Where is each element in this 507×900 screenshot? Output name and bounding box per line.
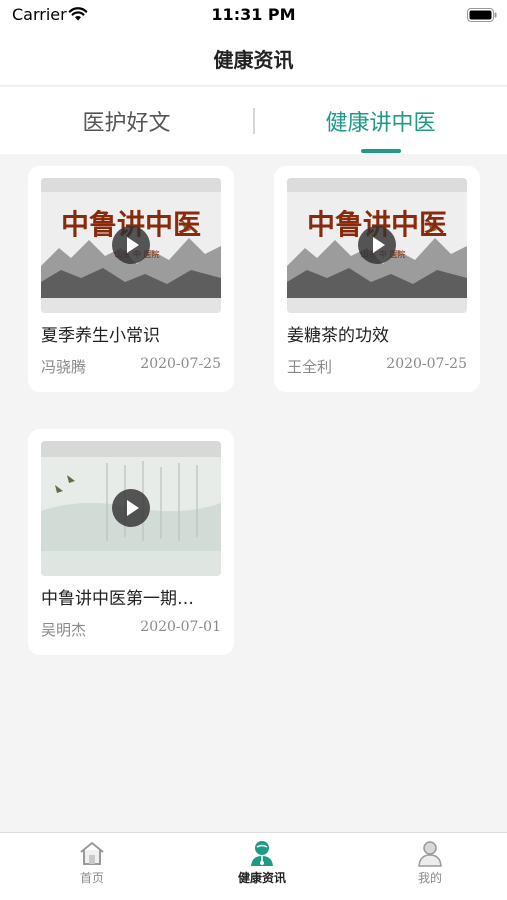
app-screen: Carrier 11:31 PM 健康资讯 医护好文 健康讲中医 中鲁讲中医 医… — [0, 0, 507, 900]
video-date: 2020-07-25 — [386, 356, 467, 372]
status-bar: Carrier 11:31 PM — [0, 0, 507, 30]
video-card[interactable]: 中鲁讲中医 山东 中 医院 夏季养生小常识 冯骁腾 2020-07-25 — [28, 166, 234, 392]
bottom-tab-label: 健康资讯 — [237, 871, 286, 885]
bottom-tab-label: 我的 — [417, 871, 442, 885]
video-title: 中鲁讲中医第一期… — [41, 589, 194, 609]
play-icon[interactable] — [112, 226, 150, 264]
bottom-tab-bar: 首页 健康资讯 我的 — [0, 832, 507, 900]
video-card[interactable]: 中鲁讲中医 山东 中 医院 姜糖茶的功效 王全利 2020-07-25 — [274, 166, 480, 392]
navigation-bar: 健康资讯 — [0, 30, 507, 86]
active-tab-indicator — [361, 149, 401, 153]
bottom-tab-news[interactable]: 健康资讯 — [202, 839, 322, 886]
video-author: 冯骁腾 — [41, 358, 87, 376]
video-title: 姜糖茶的功效 — [287, 326, 389, 346]
tab-tcm-talks[interactable]: 健康讲中医 — [254, 105, 507, 137]
bottom-tab-label: 首页 — [79, 871, 104, 885]
tab-articles[interactable]: 医护好文 — [0, 105, 253, 137]
bottom-tab-home[interactable]: 首页 — [32, 839, 152, 886]
video-author: 吴明杰 — [41, 621, 87, 639]
battery-icon — [467, 8, 497, 22]
video-thumbnail — [41, 441, 221, 576]
video-author: 王全利 — [287, 358, 333, 376]
video-thumbnail: 中鲁讲中医 山东 中 医院 — [287, 178, 467, 313]
doctor-icon — [251, 841, 273, 866]
video-date: 2020-07-01 — [140, 619, 221, 635]
video-card[interactable]: 中鲁讲中医第一期… 吴明杰 2020-07-01 — [28, 429, 234, 655]
video-title: 夏季养生小常识 — [41, 326, 160, 346]
bottom-tab-mine[interactable]: 我的 — [370, 839, 490, 886]
video-date: 2020-07-25 — [140, 356, 221, 372]
status-time: 11:31 PM — [211, 5, 296, 24]
category-tabs: 医护好文 健康讲中医 — [0, 87, 507, 154]
user-icon — [418, 841, 442, 867]
play-icon[interactable] — [112, 489, 150, 527]
home-icon — [80, 842, 104, 865]
page-title: 健康资讯 — [213, 48, 294, 72]
video-thumbnail: 中鲁讲中医 山东 中 医院 — [41, 178, 221, 313]
play-icon[interactable] — [358, 226, 396, 264]
